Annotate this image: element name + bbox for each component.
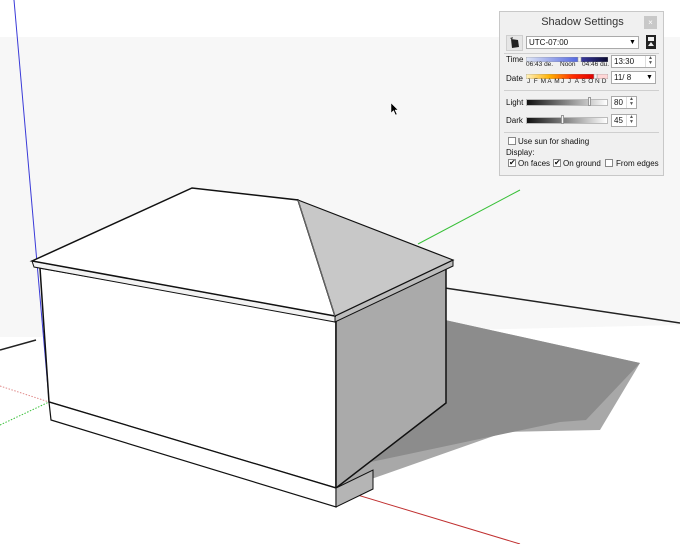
from-edges-checkbox[interactable]: [605, 159, 613, 167]
from-edges-label: From edges: [616, 159, 659, 168]
light-label: Light: [506, 98, 524, 107]
timezone-value: UTC-07:00: [529, 38, 569, 47]
sunset-label: 04:46 du.: [582, 61, 610, 68]
dark-slider-thumb[interactable]: [561, 115, 565, 124]
time-spinner[interactable]: ▲ ▼: [645, 56, 655, 67]
month-tick-label: J: [561, 78, 565, 85]
on-ground-label: On ground: [563, 159, 601, 168]
dark-input[interactable]: 45 ▲ ▼: [611, 114, 637, 127]
on-faces-checkbox[interactable]: ✔: [508, 159, 516, 167]
divider: [504, 90, 659, 91]
sunrise-label: 06:43 de.: [526, 61, 554, 68]
timezone-select[interactable]: UTC-07:00 ▼: [526, 36, 639, 49]
expand-details-icon[interactable]: [646, 35, 656, 49]
sun-shadow-toggle-icon[interactable]: [506, 35, 523, 51]
dark-value: 45: [614, 116, 623, 125]
light-input[interactable]: 80 ▲ ▼: [611, 96, 637, 109]
use-sun-label: Use sun for shading: [518, 137, 590, 146]
dark-slider[interactable]: [526, 115, 608, 124]
chevron-down-icon: ▼: [629, 39, 636, 46]
date-value: 11/ 8: [614, 73, 632, 82]
date-label: Date: [506, 74, 523, 83]
time-value: 13:30: [614, 57, 635, 66]
light-spinner[interactable]: ▲ ▼: [626, 97, 636, 108]
on-ground-checkbox[interactable]: ✔: [553, 159, 561, 167]
divider: [504, 132, 659, 133]
date-slider[interactable]: [525, 72, 609, 80]
month-tick-label: M: [540, 78, 547, 85]
light-slider[interactable]: [526, 97, 608, 106]
on-faces-label: On faces: [518, 159, 551, 168]
use-sun-checkbox[interactable]: [508, 137, 516, 145]
time-input[interactable]: 13:30 ▲ ▼: [611, 55, 656, 68]
time-label: Time: [506, 55, 524, 64]
chevron-down-icon: ▼: [646, 74, 653, 81]
time-slider-thumb: [577, 56, 582, 63]
date-select[interactable]: 11/ 8 ▼: [611, 71, 656, 84]
dark-spinner[interactable]: ▲ ▼: [626, 115, 636, 126]
display-label: Display:: [506, 148, 535, 157]
month-tick-label: M: [554, 78, 560, 85]
collapse-icon[interactable]: ×: [644, 16, 657, 29]
month-tick-label: J: [527, 78, 531, 85]
month-tick-label: F: [533, 78, 538, 85]
month-tick-label: A: [547, 78, 552, 85]
light-value: 80: [614, 98, 623, 107]
noon-label: Noon: [560, 61, 576, 68]
month-tick-labels: JFMAMJJASOND: [527, 78, 609, 86]
month-tick-label: S: [581, 78, 586, 85]
month-tick-label: O: [588, 78, 594, 85]
shadow-settings-panel: Shadow Settings × UTC-07:00 ▼ Time 06:43…: [499, 11, 664, 176]
dark-label: Dark: [506, 116, 523, 125]
time-slider[interactable]: [525, 55, 609, 63]
month-tick-label: D: [601, 78, 607, 85]
divider: [504, 53, 659, 54]
month-tick-label: N: [595, 78, 600, 85]
panel-title: Shadow Settings: [541, 16, 624, 28]
light-slider-thumb[interactable]: [588, 97, 592, 106]
month-tick-label: A: [574, 78, 579, 85]
month-tick-label: J: [567, 78, 572, 85]
